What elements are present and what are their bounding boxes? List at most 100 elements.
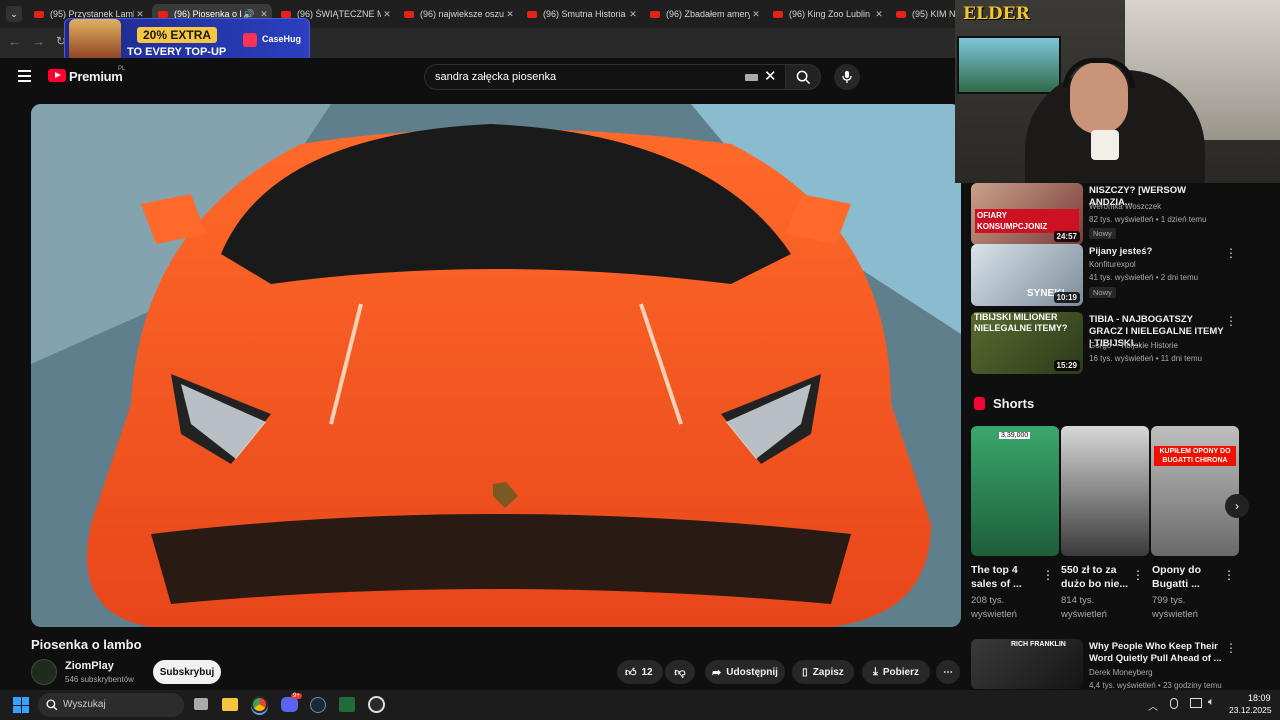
youtube-icon bbox=[773, 10, 783, 18]
discord-icon[interactable] bbox=[281, 697, 298, 712]
casehug-logo-icon bbox=[243, 33, 257, 47]
volume-tray-icon[interactable]: 🔈︎ bbox=[1208, 696, 1215, 709]
short-title: Opony do Bugatti ... bbox=[1152, 564, 1201, 590]
aquarium bbox=[957, 36, 1061, 94]
mic-button[interactable] bbox=[834, 64, 860, 90]
video-meta: 16 tys. wyświetleń • 11 dni temu bbox=[1089, 354, 1202, 363]
new-badge: Nowy bbox=[1089, 228, 1116, 239]
clear-search-icon[interactable]: ✕ bbox=[764, 67, 777, 85]
more-options-icon[interactable]: ⋮ bbox=[1225, 314, 1237, 328]
channel-name[interactable]: ZiomPlay bbox=[65, 660, 114, 672]
recommended-video[interactable]: SYNEK! 10:19 Pijany jesteś? Konfiturexpo… bbox=[971, 244, 1241, 308]
youtube-icon bbox=[34, 10, 44, 18]
shorts-next-button[interactable]: › bbox=[1225, 494, 1249, 518]
taskbar-search-placeholder: Wyszukaj bbox=[63, 699, 106, 710]
ad-line1: 20% EXTRA bbox=[137, 27, 218, 43]
short-thumbnail[interactable]: KUPIŁEM OPONY DO BUGATTI CHIRONA bbox=[1151, 426, 1239, 556]
shorts-heading: Shorts bbox=[993, 396, 1035, 411]
more-options-icon[interactable]: ⋮ bbox=[1223, 568, 1235, 582]
back-icon[interactable]: ← bbox=[8, 34, 21, 49]
download-button[interactable]: ⤓ Pobierz bbox=[862, 660, 930, 684]
browser-tab[interactable]: (96) Zbadałem amery ✕ bbox=[644, 4, 764, 24]
short-thumbnail[interactable] bbox=[1061, 426, 1149, 556]
recommended-video[interactable]: TIBIJSKI MILIONER NIELEGALNE ITEMY? 15:2… bbox=[971, 312, 1241, 376]
close-icon[interactable]: ✕ bbox=[873, 9, 885, 20]
save-button[interactable]: ▯ Zapisz bbox=[792, 660, 854, 684]
clock-date[interactable]: 23.12.2025 bbox=[1229, 705, 1272, 715]
region-label: PL bbox=[118, 66, 126, 72]
subscribe-button[interactable]: Subskrybuj bbox=[153, 660, 221, 684]
browser-tab[interactable]: (96) Smutna Historia ✕ bbox=[521, 4, 641, 24]
video-duration: 10:19 bbox=[1053, 292, 1080, 303]
mic-icon bbox=[842, 71, 852, 83]
monitor-tray-icon[interactable] bbox=[1190, 698, 1202, 708]
treasure-chest-icon bbox=[69, 19, 121, 63]
forward-icon[interactable]: → bbox=[32, 34, 45, 49]
video-duration: 24:57 bbox=[1053, 231, 1080, 242]
chrome-icon[interactable] bbox=[251, 696, 268, 713]
microphone-tray-icon[interactable] bbox=[1170, 698, 1178, 709]
more-options-icon[interactable]: ⋮ bbox=[1132, 568, 1144, 582]
search-button[interactable] bbox=[785, 64, 821, 90]
youtube-icon bbox=[896, 10, 906, 18]
more-options-icon[interactable]: ⋮ bbox=[1225, 641, 1237, 655]
excel-icon[interactable] bbox=[339, 697, 355, 712]
video-thumbnail: SYNEK! 10:19 bbox=[971, 244, 1083, 306]
share-button[interactable]: ➦ Udostępnij bbox=[705, 660, 785, 684]
video-channel[interactable]: Gorgo – Tibijskie Historie bbox=[1089, 341, 1178, 350]
more-icon: ⋯ bbox=[943, 666, 953, 678]
keyboard-icon[interactable] bbox=[745, 74, 758, 81]
close-icon[interactable]: ✕ bbox=[381, 9, 393, 20]
search-input[interactable]: sandra załęcka piosenka bbox=[424, 64, 786, 90]
video-channel[interactable]: Derek Moneyberg bbox=[1089, 668, 1153, 677]
ad-banner[interactable]: 20% EXTRA TO EVERY TOP-UP CaseHug bbox=[64, 18, 310, 63]
thumbnail-text: RICH FRANKLIN bbox=[1011, 641, 1066, 648]
like-button[interactable]: 👍︎ 12 bbox=[617, 660, 663, 684]
youtube-icon bbox=[281, 10, 291, 18]
more-options-icon[interactable]: ⋮ bbox=[1225, 246, 1237, 260]
taskbar-search[interactable]: Wyszukaj bbox=[38, 693, 184, 717]
windows-start-icon[interactable] bbox=[13, 697, 29, 713]
more-actions-button[interactable]: ⋯ bbox=[936, 660, 960, 684]
subscriber-count: 546 subskrybentów bbox=[65, 675, 134, 684]
task-view-icon[interactable] bbox=[194, 698, 208, 710]
channel-avatar[interactable] bbox=[31, 659, 57, 685]
video-channel[interactable]: Weronika Woszczek bbox=[1089, 202, 1161, 211]
video-channel[interactable]: Konfiturexpol bbox=[1089, 260, 1136, 269]
bookmark-icon: ▯ bbox=[802, 666, 808, 678]
more-options-icon[interactable]: ⋮ bbox=[1042, 568, 1054, 582]
tray-overflow-icon[interactable]: ︿ bbox=[1148, 698, 1158, 713]
short-views: 799 tys. wyświetleń bbox=[1152, 595, 1198, 620]
youtube-icon bbox=[650, 10, 660, 18]
dislike-button[interactable]: 👎︎ bbox=[665, 660, 695, 684]
video-thumbnail: OFIARY KONSUMPCJONIZ 24:57 bbox=[971, 183, 1083, 245]
short-title: 550 zł to za dużo bo nie... bbox=[1061, 564, 1129, 590]
video-thumbnail: RICH FRANKLIN bbox=[971, 639, 1083, 689]
video-player[interactable] bbox=[31, 104, 961, 627]
recommended-video[interactable]: RICH FRANKLIN Why People Who Keep Their … bbox=[971, 639, 1241, 690]
browser-tab[interactable]: (95) KIM NA bbox=[890, 4, 956, 24]
menu-icon[interactable] bbox=[18, 70, 31, 82]
like-count: 12 bbox=[641, 666, 653, 678]
thumbnail-text: TIBIJSKI MILIONER NIELEGALNE ITEMY? bbox=[974, 312, 1068, 333]
clock-time[interactable]: 18:09 bbox=[1248, 693, 1271, 703]
close-icon[interactable]: ✕ bbox=[750, 9, 762, 20]
tab-list-button[interactable]: ⌄ bbox=[6, 6, 22, 22]
steam-icon[interactable] bbox=[310, 697, 326, 713]
recommended-video[interactable]: OFIARY KONSUMPCJONIZ 24:57 NISZCZY? [WER… bbox=[971, 183, 1241, 247]
thumbs-down-icon: 👎︎ bbox=[674, 666, 686, 679]
video-thumbnail: TIBIJSKI MILIONER NIELEGALNE ITEMY? 15:2… bbox=[971, 312, 1083, 374]
thumbnail-text: KUPIŁEM OPONY DO BUGATTI CHIRONA bbox=[1154, 446, 1236, 466]
thumbs-up-icon: 👍︎ bbox=[625, 666, 637, 679]
file-explorer-icon[interactable] bbox=[222, 698, 238, 711]
browser-tab[interactable]: (96) najwieksze oszus ✕ bbox=[398, 4, 518, 24]
mug bbox=[1091, 130, 1119, 160]
obs-icon[interactable] bbox=[368, 696, 385, 713]
search-icon bbox=[796, 70, 810, 84]
short-thumbnail[interactable]: 3,39,000 bbox=[971, 426, 1059, 556]
youtube-logo-icon[interactable] bbox=[48, 69, 66, 82]
close-icon[interactable]: ✕ bbox=[504, 9, 516, 20]
browser-tab[interactable]: (96) King Zoo Lublin ✕ bbox=[767, 4, 887, 24]
close-icon[interactable]: ✕ bbox=[627, 9, 639, 20]
windows-taskbar: Wyszukaj 9+ ︿ 🔈︎ 18:09 23.12.2025 bbox=[0, 690, 1280, 720]
